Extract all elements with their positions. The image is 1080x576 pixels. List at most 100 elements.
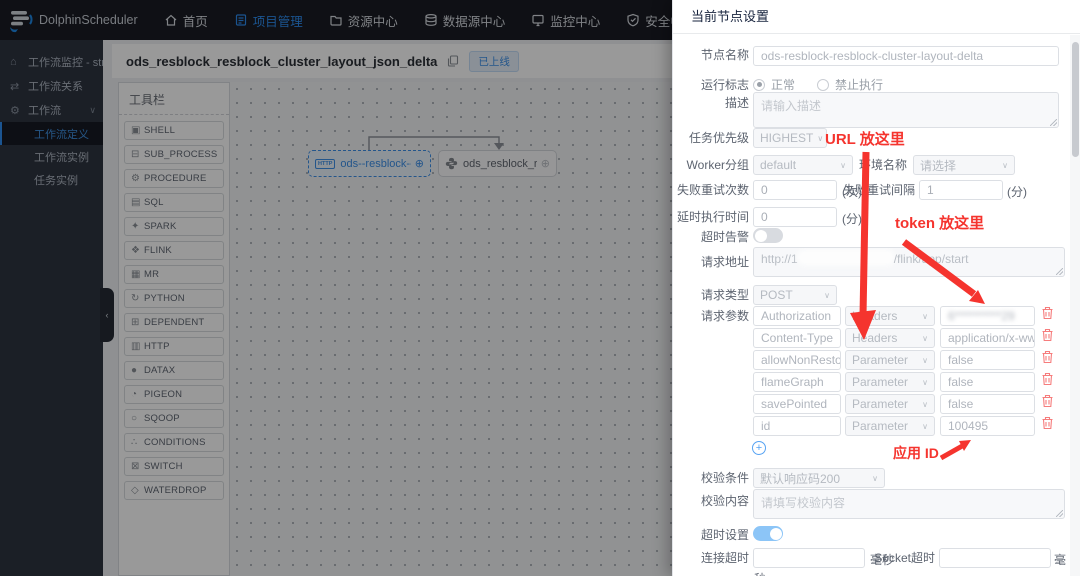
field-label-worker-group: Worker分组 — [686, 158, 749, 172]
param-value-input[interactable]: false — [940, 350, 1035, 370]
chevron-down-icon: ∨ — [840, 160, 846, 170]
retry-interval-input[interactable]: 1 — [919, 180, 1003, 200]
param-key-input[interactable]: savePointed — [753, 394, 841, 414]
param-type-value: Parameter — [852, 397, 909, 411]
chevron-down-icon: ∨ — [824, 290, 830, 300]
param-key-input[interactable]: Content-Type — [753, 328, 841, 348]
delay-time-unit: (分) — [842, 212, 862, 226]
param-type-select[interactable]: Parameter ∨ — [845, 350, 935, 370]
param-type-select[interactable]: Parameter ∨ — [845, 372, 935, 392]
param-value: 6**********29 — [948, 309, 1015, 323]
check-content-textarea[interactable]: 请填写校验内容 — [753, 489, 1065, 519]
field-label-environment: 环境名称 — [859, 158, 908, 172]
resize-handle[interactable] — [1056, 510, 1063, 517]
retry-interval-value: 1 — [927, 183, 934, 197]
chevron-down-icon: ∨ — [922, 421, 928, 431]
field-label-delay-time: 延时执行时间 — [676, 210, 749, 224]
delete-param-icon[interactable] — [1041, 328, 1054, 342]
param-key-value: Content-Type — [761, 331, 834, 345]
param-type-select[interactable]: Headers ∨ — [845, 328, 935, 348]
node-name-input[interactable]: ods-resblock-resblock-cluster-layout-del… — [753, 46, 1059, 66]
param-key-input[interactable]: Authorization — [753, 306, 841, 326]
param-type-value: Headers — [852, 331, 898, 345]
request-url-textarea[interactable]: http://1/flink/app/start — [753, 247, 1065, 277]
retry-times-input[interactable]: 0 — [753, 180, 837, 200]
socket-timeout-unit-char2: 秒 — [754, 570, 766, 576]
environment-value: 请选择 — [920, 158, 957, 173]
field-label-connect-timeout: 连接超时 — [700, 551, 749, 565]
param-type-value: Parameter — [852, 375, 909, 389]
resize-handle[interactable] — [1056, 268, 1063, 275]
delete-param-icon[interactable] — [1041, 350, 1054, 364]
param-key-input[interactable]: allowNonRestored — [753, 350, 841, 370]
run-flag-group: 正常 禁止执行 — [753, 76, 905, 93]
field-label-check-condition: 校验条件 — [700, 471, 749, 485]
delete-param-icon[interactable] — [1041, 372, 1054, 386]
check-content-placeholder: 请填写校验内容 — [761, 496, 846, 510]
param-type-select[interactable]: Parameter ∨ — [845, 416, 935, 436]
delay-time-value: 0 — [761, 210, 768, 224]
param-value: 100495 — [948, 419, 989, 433]
scrollbar-thumb[interactable] — [1071, 42, 1079, 157]
check-condition-select[interactable]: 默认响应码200 ∨ — [753, 468, 885, 488]
drawer-title: 当前节点设置 — [673, 0, 1080, 34]
param-value-input[interactable]: 6**********29 — [940, 306, 1035, 326]
chevron-down-icon: ∨ — [922, 333, 928, 343]
field-label-retry-interval: 失败重试间隔 — [843, 183, 916, 197]
socket-timeout-unit-char1: 毫 — [1054, 553, 1067, 567]
param-key-value: id — [761, 419, 771, 433]
check-condition-value: 默认响应码200 — [760, 471, 841, 486]
param-type-select[interactable]: Headers ∨ — [845, 306, 935, 326]
param-value: false — [948, 397, 974, 411]
worker-group-select[interactable]: default ∨ — [753, 155, 853, 175]
field-label-priority: 任务优先级 — [688, 131, 749, 145]
add-param-icon[interactable]: + — [752, 441, 766, 455]
param-value-input[interactable]: false — [940, 394, 1035, 414]
chevron-down-icon: ∨ — [872, 473, 878, 483]
param-value-input[interactable]: false — [940, 372, 1035, 392]
delete-param-icon[interactable] — [1041, 394, 1054, 408]
resize-handle[interactable] — [1050, 119, 1057, 126]
chevron-down-icon: ∨ — [922, 311, 928, 321]
timeout-enable-toggle[interactable] — [753, 526, 783, 541]
timeout-alarm-toggle[interactable] — [753, 228, 783, 243]
environment-select[interactable]: 请选择 ∨ — [913, 155, 1015, 175]
param-type-value: Parameter — [852, 353, 909, 367]
request-url-prefix: http://1 — [761, 252, 798, 266]
field-label-check-content: 校验内容 — [700, 494, 749, 508]
field-label-request-params: 请求参数 — [700, 309, 749, 323]
description-textarea[interactable]: 请输入描述 — [753, 92, 1059, 128]
field-label-request-url: 请求地址 — [700, 255, 749, 269]
field-label-description: 描述 — [724, 96, 749, 110]
worker-group-value: default — [760, 158, 797, 172]
param-value: false — [948, 353, 974, 367]
param-key-value: allowNonRestored — [761, 353, 840, 367]
param-key-value: savePointed — [761, 397, 828, 411]
connect-timeout-input[interactable] — [753, 548, 865, 568]
field-label-timeout-alarm: 超时告警 — [700, 230, 749, 244]
delete-param-icon[interactable] — [1041, 306, 1054, 320]
param-key-input[interactable]: id — [753, 416, 841, 436]
param-key-input[interactable]: flameGraph — [753, 372, 841, 392]
radio-forbidden[interactable] — [817, 78, 830, 91]
app-window: DolphinScheduler 首页 项目管理 资源中心 数据源中心 监控中心 — [0, 0, 1080, 576]
field-label-socket-timeout: Socket超时 — [874, 551, 935, 565]
param-value: application/x-www-form-urlencoded — [948, 331, 1035, 345]
param-value-input[interactable]: application/x-www-form-urlencoded — [940, 328, 1035, 348]
param-key-value: flameGraph — [761, 375, 824, 389]
drawer-mask[interactable] — [0, 0, 672, 576]
field-label-node-name: 节点名称 — [700, 48, 749, 62]
delete-param-icon[interactable] — [1041, 416, 1054, 430]
param-value-input[interactable]: 100495 — [940, 416, 1035, 436]
delay-time-input[interactable]: 0 — [753, 207, 837, 227]
priority-select[interactable]: HIGHEST ∨ — [753, 128, 827, 148]
socket-timeout-input[interactable] — [939, 548, 1051, 568]
request-type-select[interactable]: POST ∨ — [753, 285, 837, 305]
retry-interval-unit: (分) — [1007, 185, 1027, 199]
param-type-value: Headers — [852, 309, 898, 323]
field-label-request-type: 请求类型 — [700, 288, 749, 302]
param-type-select[interactable]: Parameter ∨ — [845, 394, 935, 414]
chevron-down-icon: ∨ — [1002, 160, 1008, 170]
node-settings-drawer: 当前节点设置 节点名称 ods-resblock-resblock-cluste… — [672, 0, 1080, 576]
radio-normal[interactable] — [753, 78, 765, 91]
